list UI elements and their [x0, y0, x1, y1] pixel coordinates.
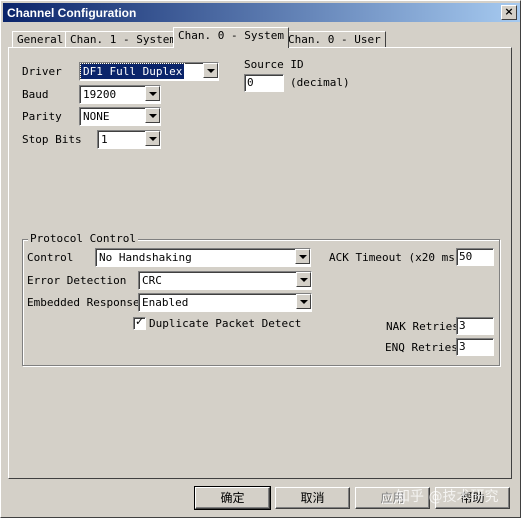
baud-label: Baud — [22, 88, 49, 101]
tab-label: Chan. 0 - User — [288, 33, 381, 46]
tab-label: Chan. 0 - System — [178, 29, 284, 42]
driver-select[interactable]: DF1 Full Duplex — [79, 62, 219, 81]
ack-timeout-value: 50 — [459, 250, 473, 263]
enq-retries-value: 3 — [459, 340, 466, 353]
chevron-down-icon[interactable] — [296, 294, 311, 309]
chevron-down-icon[interactable] — [295, 249, 310, 264]
enq-retries-label: ENQ Retries — [385, 341, 458, 354]
nak-retries-value: 3 — [459, 319, 466, 332]
stop-bits-label: Stop Bits — [22, 133, 82, 146]
window-title: Channel Configuration — [7, 6, 137, 20]
nak-retries-input[interactable]: 3 — [456, 317, 494, 335]
source-id-input[interactable]: 0 — [244, 74, 284, 92]
control-select[interactable]: No Handshaking — [95, 248, 311, 267]
tab-label: Chan. 1 - System — [70, 33, 176, 46]
source-id-label: Source ID — [244, 58, 304, 71]
protocol-control-title: Protocol Control — [28, 232, 138, 245]
cancel-button[interactable]: 取消 — [275, 487, 350, 509]
chevron-down-icon[interactable] — [145, 131, 160, 146]
parity-label: Parity — [22, 110, 62, 123]
error-detection-select[interactable]: CRC — [138, 271, 312, 290]
enq-retries-input[interactable]: 3 — [456, 338, 494, 356]
chevron-down-icon[interactable] — [145, 86, 160, 101]
stop-bits-select[interactable]: 1 — [97, 130, 161, 149]
embedded-responses-select[interactable]: Enabled — [138, 293, 312, 312]
source-id-value: 0 — [247, 76, 254, 89]
tab-chan0-system[interactable]: Chan. 0 - System — [173, 27, 289, 48]
source-id-unit: (decimal) — [290, 76, 350, 89]
driver-label: Driver — [22, 65, 62, 78]
duplicate-packet-checkbox[interactable] — [133, 315, 146, 330]
nak-retries-label: NAK Retries — [386, 320, 459, 333]
baud-select[interactable]: 19200 — [79, 85, 161, 104]
chevron-down-icon[interactable] — [203, 63, 218, 78]
parity-select[interactable]: NONE — [79, 107, 161, 126]
embedded-responses-label: Embedded Responses — [27, 296, 147, 309]
ack-timeout-label: ACK Timeout (x20 ms) — [329, 251, 462, 264]
control-label: Control — [27, 251, 74, 264]
control-value: No Handshaking — [99, 251, 192, 264]
driver-value: DF1 Full Duplex — [79, 63, 186, 80]
tab-label: General — [17, 33, 64, 46]
chevron-down-icon[interactable] — [145, 108, 160, 123]
title-bar[interactable]: Channel Configuration × — [3, 3, 520, 22]
ack-timeout-input[interactable]: 50 — [456, 248, 494, 266]
error-detection-value: CRC — [142, 274, 162, 287]
duplicate-packet-label[interactable]: Duplicate Packet Detect — [149, 317, 301, 330]
ok-button[interactable]: 确定 — [194, 486, 271, 510]
stop-bits-value: 1 — [101, 133, 108, 146]
parity-value: NONE — [83, 110, 110, 123]
error-detection-label: Error Detection — [27, 274, 127, 287]
close-button[interactable]: × — [501, 5, 517, 20]
watermark-text: 知乎 @技术研究 — [396, 489, 499, 505]
embedded-responses-value: Enabled — [142, 296, 189, 309]
chevron-down-icon[interactable] — [296, 272, 311, 287]
baud-value: 19200 — [83, 88, 117, 101]
